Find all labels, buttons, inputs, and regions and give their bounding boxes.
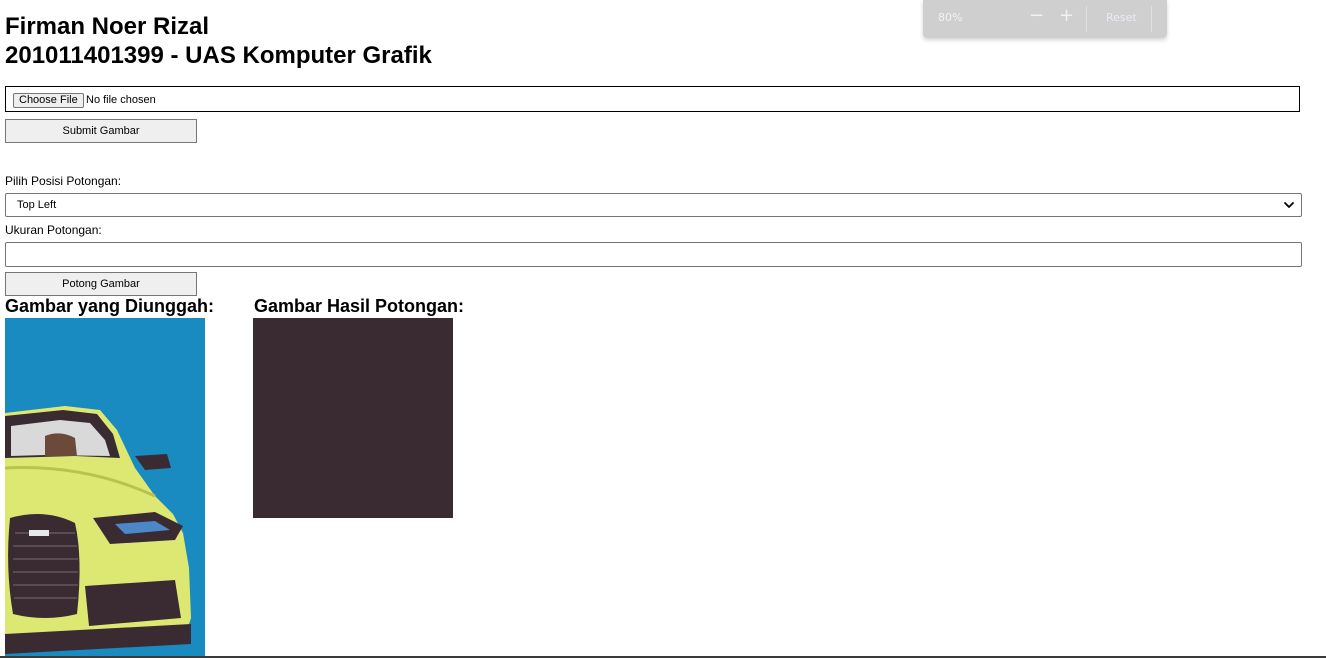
course-title: 201011401399 - UAS Komputer Grafik [5, 42, 432, 69]
crop-position-select[interactable]: Top Left [5, 193, 1302, 217]
cropped-image-heading: Gambar Hasil Potongan: [254, 296, 465, 316]
crop-position-label: Pilih Posisi Potongan: [5, 174, 122, 188]
zoom-in-button[interactable]: + [1059, 6, 1074, 26]
page-title: Firman Noer Rizal 201011401399 - UAS Kom… [5, 12, 432, 70]
crop-position-value: Top Left [17, 199, 57, 211]
crop-size-label: Ukuran Potongan: [5, 223, 102, 237]
crop-size-input[interactable] [5, 242, 1302, 267]
file-input[interactable]: Choose File No file chosen [5, 86, 1300, 112]
divider [1151, 6, 1152, 32]
car-illustration [5, 318, 205, 658]
uploaded-image [5, 318, 205, 658]
submit-image-button[interactable]: Submit Gambar [5, 119, 197, 143]
zoom-popup: 80% − + Reset [923, 0, 1167, 38]
chevron-down-icon [1284, 202, 1294, 208]
uploaded-image-heading: Gambar yang Diunggah: [5, 296, 215, 316]
choose-file-button[interactable]: Choose File [13, 93, 84, 108]
zoom-level: 80% [938, 11, 963, 24]
crop-image-button[interactable]: Potong Gambar [5, 272, 197, 296]
page: Firman Noer Rizal 201011401399 - UAS Kom… [0, 0, 1326, 658]
zoom-reset-button[interactable]: Reset [1106, 11, 1137, 24]
zoom-out-button[interactable]: − [1029, 6, 1044, 26]
author-name: Firman Noer Rizal [5, 13, 210, 40]
cropped-image [253, 318, 453, 518]
divider [1086, 6, 1087, 32]
file-status: No file chosen [86, 94, 156, 106]
